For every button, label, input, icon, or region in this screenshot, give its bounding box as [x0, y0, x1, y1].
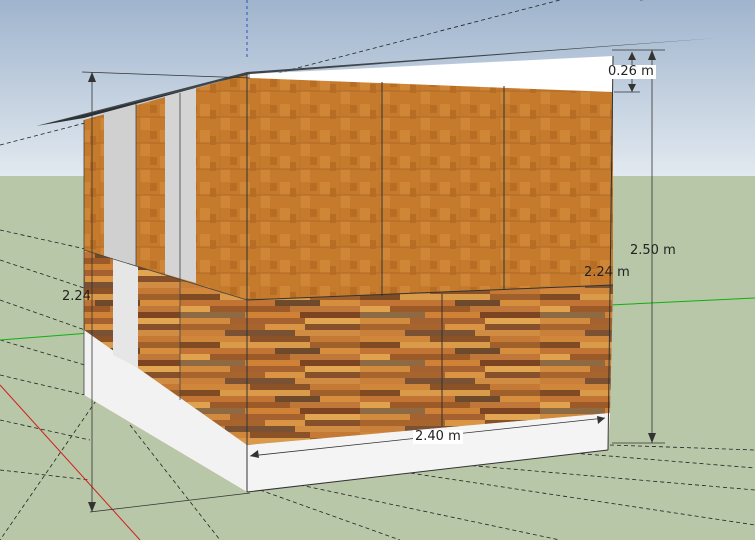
dim-wall-height-right[interactable]: 2.24 m	[584, 266, 630, 280]
front-wall[interactable]	[246, 55, 614, 493]
side-window-2	[165, 88, 196, 283]
side-door-strip	[113, 258, 138, 368]
dim-wall-height-left[interactable]: 2.24 m	[62, 290, 90, 304]
sketchup-viewport[interactable]: 0.26 m 2.50 m 2.24 m 2.24 m 2.40 m	[0, 0, 755, 540]
dim-width-front[interactable]: 2.40 m	[413, 430, 463, 444]
side-window-1	[104, 104, 136, 266]
dim-roof-overhang[interactable]: 0.26 m	[606, 65, 656, 79]
3d-scene[interactable]	[0, 0, 755, 540]
dim-total-height[interactable]: 2.50 m	[630, 244, 676, 258]
front-upper-panels	[247, 78, 613, 300]
